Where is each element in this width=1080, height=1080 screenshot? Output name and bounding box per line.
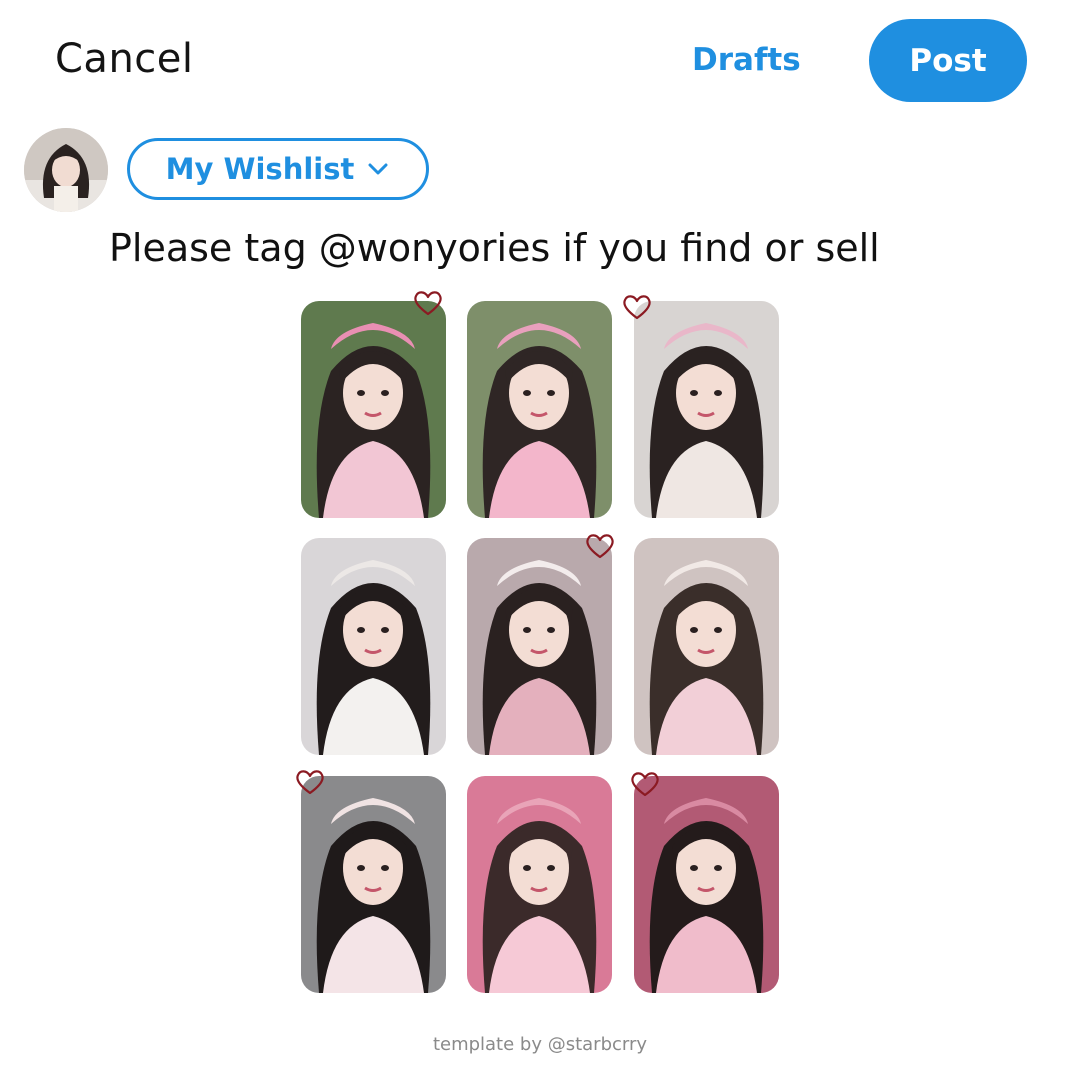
chevron-down-icon	[368, 163, 388, 175]
heart-icon	[414, 291, 442, 316]
photocard-4[interactable]	[301, 538, 446, 755]
heart-icon	[631, 772, 659, 797]
post-button[interactable]: Post	[869, 19, 1027, 102]
photocard-9[interactable]	[634, 776, 779, 993]
audience-label: My Wishlist	[165, 152, 355, 186]
heart-icon	[623, 295, 651, 320]
heart-icon	[296, 770, 324, 795]
compose-screen: Cancel Drafts Post My Wishlist Please ta…	[0, 0, 1080, 1080]
avatar[interactable]	[24, 128, 108, 212]
post-text[interactable]: Please tag @wonyories if you find or sel…	[109, 226, 880, 270]
photocard-5[interactable]	[467, 538, 612, 755]
photocard-7[interactable]	[301, 776, 446, 993]
photocard-image	[634, 538, 779, 755]
audience-dropdown[interactable]: My Wishlist	[127, 138, 429, 200]
photocard-3[interactable]	[634, 301, 779, 518]
photocard-2[interactable]	[467, 301, 612, 518]
photocard-image	[301, 301, 446, 518]
photocard-image	[301, 538, 446, 755]
cancel-button[interactable]: Cancel	[55, 36, 194, 82]
template-credit: template by @starbcrry	[432, 1034, 648, 1055]
photocard-image	[634, 301, 779, 518]
drafts-button[interactable]: Drafts	[692, 42, 801, 78]
photocard-1[interactable]	[301, 301, 446, 518]
photocard-image	[634, 776, 779, 993]
heart-icon	[586, 534, 614, 559]
photocard-8[interactable]	[467, 776, 612, 993]
photocard-image	[467, 301, 612, 518]
photocard-image	[467, 538, 612, 755]
photocard-6[interactable]	[634, 538, 779, 755]
photocard-image	[467, 776, 612, 993]
photocard-image	[301, 776, 446, 993]
